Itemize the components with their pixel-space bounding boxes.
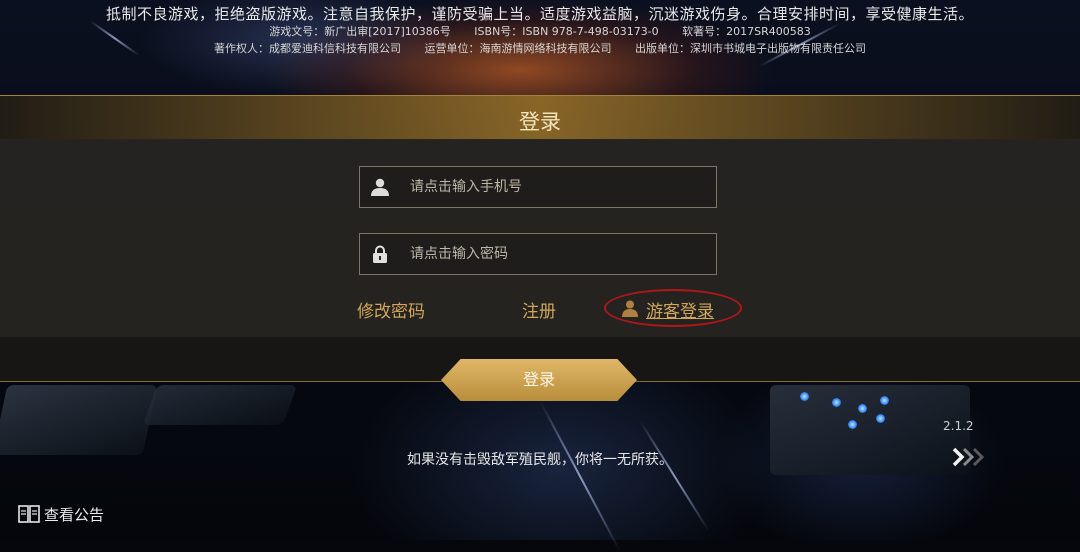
change-password-link[interactable]: 修改密码 [357,297,425,322]
book-icon [18,505,40,523]
user-icon [371,178,389,196]
lock-icon [373,245,387,263]
spaceship-left-2 [142,385,298,425]
version-label: 2.1.2 [943,419,974,433]
publisher: 出版单位：深圳市书城电子出版物有限责任公司 [635,42,866,55]
phone-input[interactable] [410,167,710,207]
password-field[interactable] [359,233,717,275]
engine-light [858,404,867,413]
register-link[interactable]: 注册 [522,297,556,322]
engine-light [876,414,885,423]
isbn-number: ISBN号：ISBN 978-7-498-03173-0 [474,25,659,38]
engine-light [848,420,857,429]
phone-field[interactable] [359,166,717,208]
health-notice: 抵制不良游戏，拒绝盗版游戏。注意自我保护，谨防受骗上当。适度游戏益脑，沉迷游戏伤… [105,5,974,23]
software-copyright-number: 软著号：2017SR400583 [682,25,811,38]
login-button[interactable]: 登录 [441,359,637,401]
license-info-row: 游戏文号：新广出审[2017]10386号 ISBN号：ISBN 978-7-4… [0,23,1080,39]
guest-icon [622,300,638,317]
engine-light [880,396,889,405]
engine-light [800,392,809,401]
announcement-label: 查看公告 [44,506,105,524]
publisher-info-row: 著作权人：成都爱迪科信科技有限公司 运营单位：海南游情网络科技有限公司 出版单位… [0,40,1080,56]
operator: 运营单位：海南游情网络科技有限公司 [424,42,612,55]
gameplay-tip: 如果没有击毁敌军殖民舰，你将一无所获。 [407,452,673,468]
double-chevron-right-icon[interactable] [952,446,986,468]
copyright-holder: 著作权人：成都爱迪科信科技有限公司 [214,42,401,55]
password-input[interactable] [410,234,710,274]
guest-login-link[interactable]: 游客登录 [646,297,714,322]
engine-light [832,398,841,407]
game-approval-number: 游戏文号：新广出审[2017]10386号 [269,25,451,38]
login-panel-title: 登录 [519,110,561,134]
spaceship-left [0,385,158,455]
